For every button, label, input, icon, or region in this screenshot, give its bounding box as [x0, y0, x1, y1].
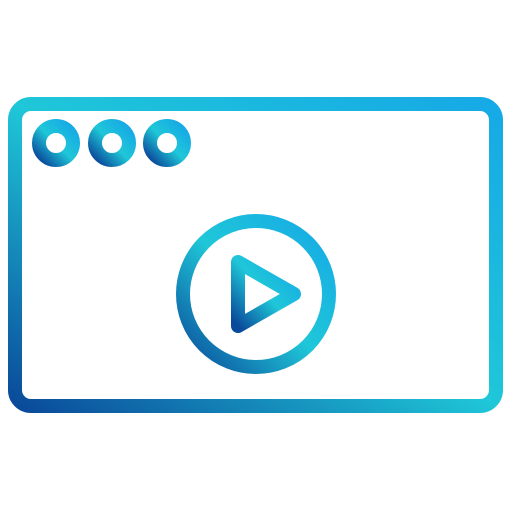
- window-dot-1[interactable]: [32, 119, 80, 167]
- icon-canvas: [0, 0, 512, 512]
- play-button-circle[interactable]: [176, 214, 336, 374]
- window-dot-2[interactable]: [88, 119, 136, 167]
- play-icon[interactable]: [231, 255, 301, 333]
- window-dot-3[interactable]: [143, 119, 191, 167]
- browser-video-player-icon: [8, 97, 503, 413]
